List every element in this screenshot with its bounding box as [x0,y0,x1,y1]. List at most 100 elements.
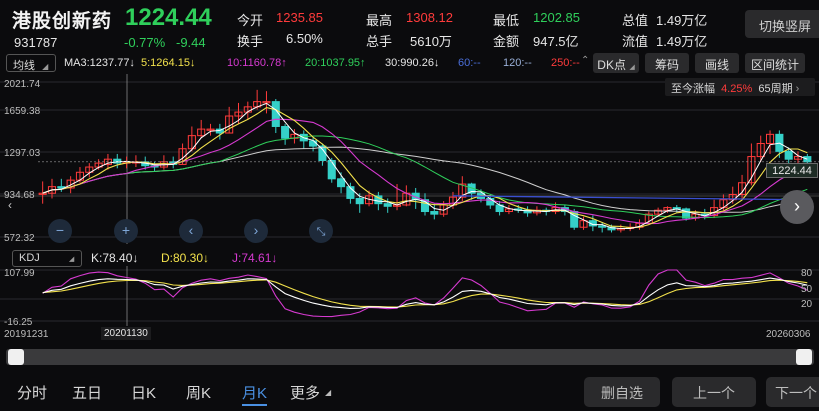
candle-body [271,101,280,127]
collapse-icon[interactable]: ⌃ [581,55,589,66]
kdj-j-value: J:74.61↓ [232,251,278,265]
zoom-in-button[interactable]: + [114,219,138,243]
ma60-value: 60:-- [458,57,481,69]
candle-body [383,203,392,207]
quote-label: 总值 [622,13,649,28]
quote-value: 6.50% [286,31,323,46]
ma3-value: MA3:1237.77↓ [64,57,135,69]
candle-body [309,140,318,147]
kdj-select-label: KDJ [19,252,40,264]
tab-3[interactable]: 周K [186,382,211,403]
tab-0[interactable]: 分时 [17,382,47,403]
kdj-k-value: K:78.40↓ [91,251,139,265]
current-price-tag: 1224.44 [766,163,818,178]
quote-value: 1308.12 [406,10,453,25]
kdj-y-bottom: -16.25 [4,317,33,328]
candle-body [281,125,290,139]
candle-body [430,211,439,215]
y-axis-bottom: 572.32 [4,233,35,244]
ma20-value: 20:1037.95↑ [305,57,366,69]
shrink-icon: ⤡ [316,226,326,238]
range-scrollbar[interactable] [6,349,814,365]
tab-4[interactable]: 月K [242,382,268,406]
next-stock-button[interactable]: 下一个 [766,377,819,407]
candle-body [374,195,383,205]
ma120-value: 120:-- [503,57,532,69]
quote-label: 总手 [366,34,393,49]
fullscreen-button[interactable]: ⤡ [309,219,333,243]
candle-body [598,225,607,228]
dk-point-button[interactable]: DK点 ◢ [593,53,639,73]
chevron-right-icon: › [795,83,800,95]
candle-body [803,156,812,163]
draw-line-button[interactable]: 画线 [695,53,739,73]
switch-portrait-button[interactable]: 切换竖屏 [745,10,819,38]
change-amount: -9.44 [176,35,206,50]
change-percent: -0.77% [124,35,166,50]
candle-body [355,197,364,205]
kdj-select-dropdown[interactable]: KDJ ◢ [12,250,82,267]
quote-value: 5610万 [410,34,452,49]
kdj-level-80: 80 [801,268,813,279]
chevron-right-icon: › [794,196,800,216]
chip-button[interactable]: 筹码 [645,53,689,73]
quote-label: 最高 [366,13,393,28]
dropdown-caret-icon: ◢ [68,256,75,263]
y-axis-mid1: 1659.38 [4,106,41,117]
next-page-button[interactable]: › [780,190,814,224]
ma-select-dropdown[interactable]: 均线 ◢ [6,54,56,72]
dk-point-label: DK点 [597,58,626,72]
current-price: 1224.44 [125,4,212,31]
ma30-value: 30:990.26↓ [385,57,440,69]
chevron-left-icon: ‹ [188,222,194,238]
period-weeks: 65周期 [758,83,793,95]
ma-select-label: 均线 [13,60,35,72]
ma250-value: 250:-- [551,57,580,69]
kdj-level-20: 20 [801,299,813,310]
period-gain-prefix: 至今涨幅 [671,83,715,95]
kdj-level-50: 50 [801,284,813,295]
kdj-j-line [42,269,808,318]
kdj-y-top: 107.99 [4,268,35,279]
prev-stock-button[interactable]: 上一个 [672,377,756,407]
chevron-left-icon[interactable]: ‹ [8,198,12,212]
plus-icon: + [121,222,131,238]
kdj-chart[interactable] [0,266,819,326]
stock-code: 931787 [14,35,58,50]
quote-value: 1235.85 [276,10,323,25]
quote-label: 金额 [493,34,520,49]
quote-value: 1202.85 [533,10,580,25]
zoom-out-button[interactable]: − [48,219,72,243]
period-gain-label: 至今涨幅 4.25% 65周期 › [665,78,815,96]
quote-value: 947.5亿 [533,34,579,49]
date-cursor: 20201130 [101,327,151,340]
scroll-handle-left[interactable] [8,349,24,365]
period-gain-pct: 4.25% [721,83,753,95]
date-end: 20260306 [766,329,811,340]
scroll-handle-right[interactable] [796,349,812,365]
pan-right-button[interactable]: › [244,219,268,243]
more-caret-icon: ◢ [325,388,332,397]
minus-icon: − [55,222,65,238]
tab-5[interactable]: 更多 [290,382,320,403]
chevron-right-icon: › [253,222,259,238]
candle-body [337,178,346,188]
ma10-value: 10:1160.78↑ [227,57,287,69]
tab-2[interactable]: 日K [131,382,156,403]
dropdown-caret-icon: ◢ [42,62,49,71]
tab-1[interactable]: 五日 [72,382,102,403]
stock-name: 港股创新药 [12,11,113,32]
quote-value: 1.49万亿 [656,34,708,49]
candle-body [327,160,336,180]
remove-watchlist-button[interactable]: 删自选 [584,377,660,407]
range-stat-button[interactable]: 区间统计 [745,53,805,73]
candle-body [784,150,793,160]
y-axis-mid2: 1297.03 [4,148,41,159]
date-start: 20191231 [4,329,49,340]
quote-label: 换手 [237,34,264,49]
dk-caret-icon: ◢ [629,64,635,71]
pan-left-button[interactable]: ‹ [179,219,203,243]
y-axis-top: 2021.74 [4,79,41,90]
quote-value: 1.49万亿 [656,13,708,28]
ma5-value: 5:1264.15↓ [141,57,196,69]
